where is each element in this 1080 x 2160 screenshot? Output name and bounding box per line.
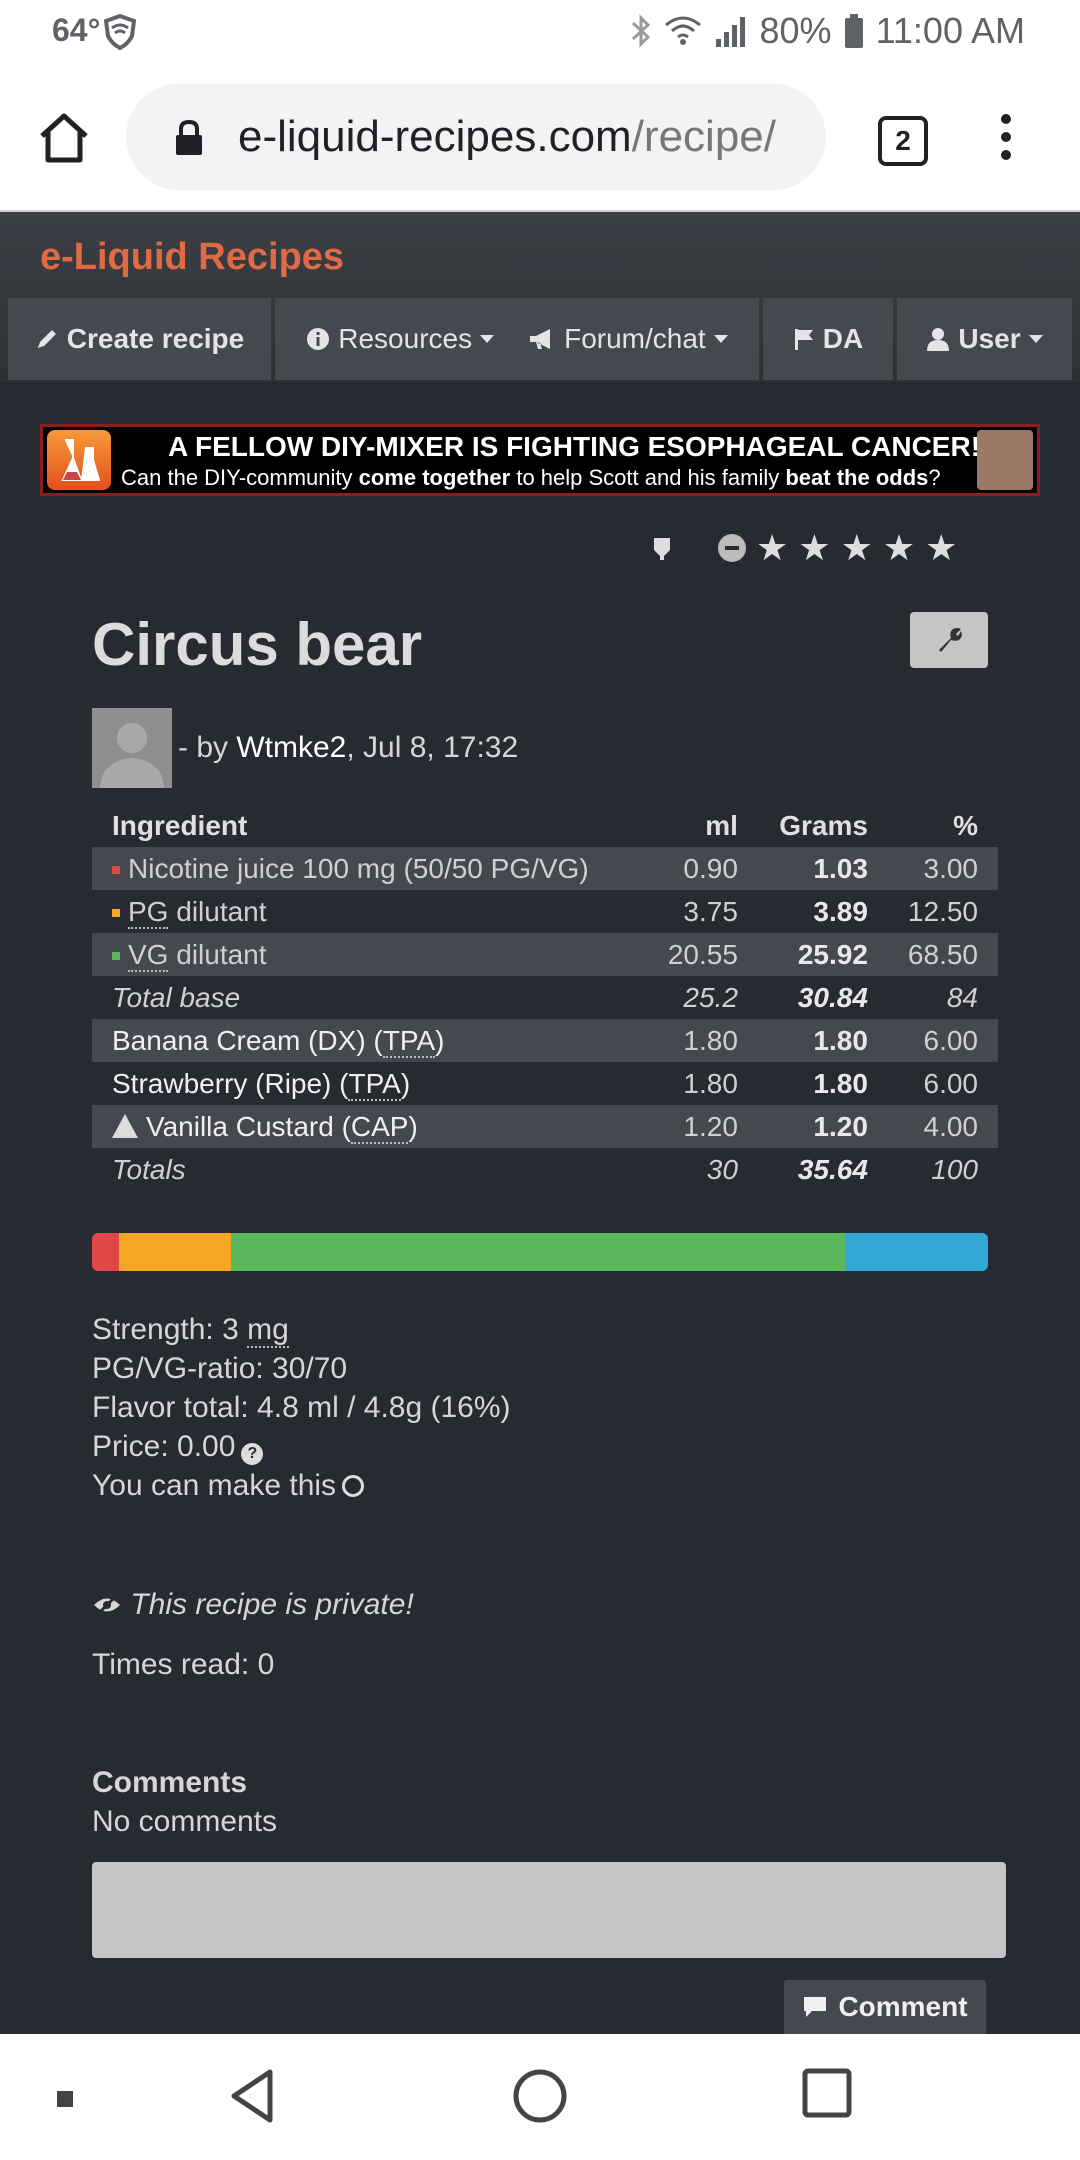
private-notice: This recipe is private! (92, 1588, 414, 1622)
pencil-icon (37, 330, 56, 348)
comment-button[interactable]: Comment (784, 1980, 986, 2034)
eye-slash-icon (94, 1594, 120, 1616)
nav-forum[interactable]: Forum/chat (528, 323, 728, 355)
star-icon[interactable]: ★ (798, 530, 830, 566)
table-row: Vanilla Custard (CAP) 1.20 1.20 4.00 (92, 1105, 998, 1148)
ratio-segment-vg (230, 1233, 845, 1271)
nav-resources[interactable]: Resources (306, 323, 495, 355)
ratio-segment-nicotine (92, 1233, 119, 1271)
cancer-fundraiser-banner[interactable]: A FELLOW DIY-MIXER IS FIGHTING ESOPHAGEA… (40, 424, 1040, 496)
wifi-icon (664, 16, 701, 45)
byline: - by Wtmke2, Jul 8, 17:32 (92, 708, 518, 788)
star-icon[interactable]: ★ (925, 530, 957, 566)
megaphone-icon (530, 329, 551, 349)
star-icon[interactable]: ★ (883, 530, 915, 566)
recipe-title: Circus bear (92, 611, 423, 678)
pg-swatch (112, 909, 120, 918)
no-comments-text: No comments (92, 1805, 278, 1838)
back-icon[interactable] (228, 2068, 276, 2124)
ingredient-table: Ingredient ml Grams % Nicotine juice 100… (92, 805, 998, 1191)
site-logo[interactable]: e-Liquid Recipes (40, 236, 344, 279)
warning-icon (112, 1113, 138, 1138)
avatar[interactable] (92, 708, 172, 788)
battery-icon (844, 14, 863, 48)
ratio-segment-flavor (844, 1233, 988, 1271)
header-percent: % (953, 810, 978, 841)
shield-icon (103, 13, 137, 51)
help-icon[interactable]: ? (241, 1443, 264, 1465)
table-row: Strawberry (Ripe) (TPA) 1.80 1.80 6.00 (112, 1067, 978, 1101)
home-nav-icon[interactable] (512, 2068, 568, 2124)
overflow-menu-icon[interactable] (996, 114, 1016, 164)
times-read: Times read: 0 (92, 1648, 275, 1681)
bottle-icon[interactable] (650, 534, 674, 562)
tab-switcher-button[interactable]: 2 (878, 116, 928, 166)
comment-icon (804, 1997, 827, 2017)
main-nav: Create recipe Resources Forum/chat DA Us… (8, 298, 1072, 380)
table-row-total-base: Total base 25.2 30.84 84 (112, 981, 978, 1013)
star-icon[interactable]: ★ (841, 530, 873, 566)
clear-rating-icon[interactable] (718, 534, 746, 562)
price-line: Price: 0.00? (92, 1427, 511, 1466)
overview-icon[interactable] (802, 2068, 852, 2118)
header-ingredient: Ingredient (112, 810, 248, 841)
scott-photo (977, 430, 1033, 490)
flask-logo-icon (47, 430, 111, 490)
table-row: VG dilutant 20.55 25.92 68.50 (92, 933, 998, 976)
user-icon (927, 328, 950, 351)
url-text: e-liquid-recipes.com/recipe/ (238, 112, 776, 161)
lock-icon (176, 119, 202, 155)
comment-input[interactable] (92, 1862, 1006, 1958)
vg-abbr[interactable]: VG (128, 938, 169, 972)
nav-da[interactable]: DA (763, 298, 893, 380)
nav-user[interactable]: User (897, 298, 1072, 380)
header-ml: ml (705, 810, 738, 841)
banner-subtext: Can the DIY-community come together to h… (121, 465, 941, 490)
status-bar: 64° 80% 11:00 AM (0, 0, 1080, 64)
battery-percent: 80% (759, 10, 832, 51)
nicotine-swatch (112, 866, 120, 875)
chevron-down-icon (480, 335, 495, 343)
browser-toolbar: e-liquid-recipes.com/recipe/ 2 (0, 64, 1080, 212)
ratio-segment-pg (118, 1233, 231, 1271)
chevron-down-icon (1028, 335, 1043, 343)
site-header: e-Liquid Recipes Create recipe Resources… (0, 212, 1080, 382)
table-row-totals: Totals 30 35.64 100 (112, 1153, 978, 1185)
pgvg-ratio-line: PG/VG-ratio: 30/70 (92, 1352, 348, 1385)
system-nav-bar (0, 2034, 1080, 2160)
mix-ratio-bar (92, 1233, 988, 1271)
banner-headline: A FELLOW DIY-MIXER IS FIGHTING ESOPHAGEA… (168, 431, 981, 462)
table-row: PG dilutant 3.75 3.89 12.50 (92, 890, 998, 933)
wrench-icon (939, 628, 962, 652)
home-icon[interactable] (36, 110, 92, 166)
can-make-line: You can make this (92, 1466, 511, 1505)
author-link[interactable]: Wtmke2 (236, 731, 346, 764)
nav-create-recipe[interactable]: Create recipe (8, 298, 271, 380)
flavor-total-line: Flavor total: 4.8 ml / 4.8g (16%) (92, 1391, 511, 1424)
pg-abbr[interactable]: PG (128, 895, 169, 929)
strength-line: Strength: 3 mg (92, 1313, 289, 1348)
vg-swatch (112, 952, 120, 961)
clock: 11:00 AM (875, 10, 1025, 51)
flag-icon (794, 329, 813, 350)
check-circle-icon (342, 1475, 365, 1497)
nav-group: Resources Forum/chat (275, 298, 759, 380)
table-header: Ingredient ml Grams % (92, 805, 998, 847)
temperature: 64° (52, 12, 101, 48)
star-icon[interactable]: ★ (756, 530, 788, 566)
signal-icon (715, 17, 745, 47)
recipe-tools-button[interactable] (910, 612, 988, 668)
info-icon (307, 328, 330, 350)
bluetooth-icon (631, 14, 650, 48)
table-row: Nicotine juice 100 mg (50/50 PG/VG) 0.90… (92, 847, 998, 890)
address-bar[interactable]: e-liquid-recipes.com/recipe/ (126, 84, 826, 190)
recents-dot-icon (57, 2091, 73, 2107)
chevron-down-icon (713, 335, 728, 343)
header-grams: Grams (779, 810, 868, 841)
recipe-info: Strength: 3 mg PG/VG-ratio: 30/70 Flavor… (92, 1310, 511, 1505)
rating-row: ★ ★ ★ ★ ★ (650, 530, 957, 566)
comments-heading: Comments (92, 1766, 248, 1799)
table-row: Banana Cream (DX) (TPA) 1.80 1.80 6.00 (92, 1019, 998, 1062)
